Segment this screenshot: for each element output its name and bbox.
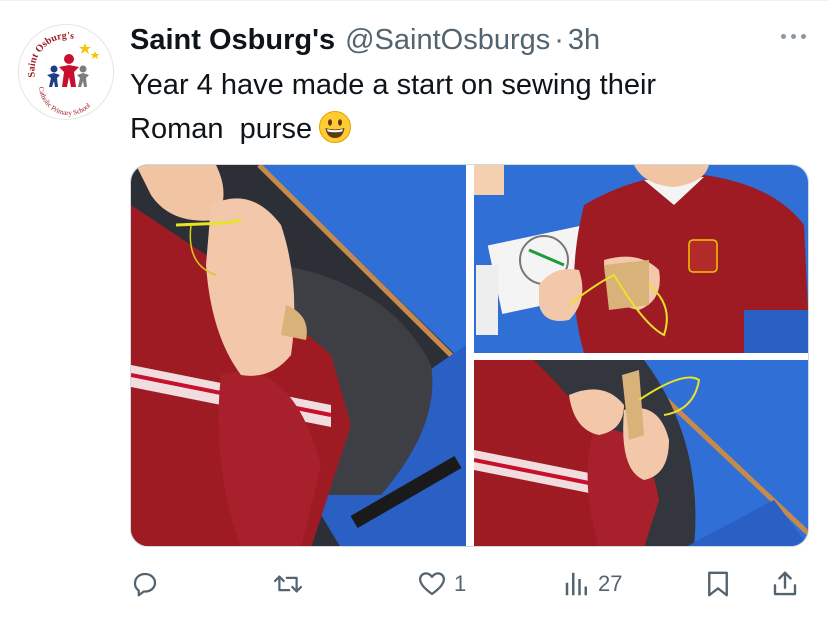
bookmark-button[interactable] bbox=[704, 562, 732, 606]
share-icon bbox=[770, 569, 800, 599]
tweet-time[interactable]: 3h bbox=[568, 24, 600, 57]
action-bar: 1 27 bbox=[130, 562, 810, 606]
bookmark-icon bbox=[704, 569, 732, 599]
author-handle[interactable]: @SaintOsburgs bbox=[345, 24, 550, 57]
views-count: 27 bbox=[598, 571, 623, 596]
share-button[interactable] bbox=[770, 562, 800, 606]
photo-child-sewing-closeup[interactable] bbox=[131, 165, 466, 546]
avatar[interactable]: Saint Osburg's Catholic Primary School bbox=[18, 24, 114, 120]
media-grid bbox=[130, 164, 809, 547]
retweet-icon bbox=[272, 569, 304, 599]
author-name[interactable]: Saint Osburg's bbox=[130, 24, 335, 57]
tweet-header: Saint Osburg's @SaintOsburgs · 3h bbox=[130, 22, 600, 58]
more-options-icon[interactable] bbox=[781, 34, 806, 39]
photo-child-sewing-at-desk[interactable] bbox=[474, 165, 808, 353]
heart-icon bbox=[416, 569, 448, 599]
tweet-text-line-2: Roman purse bbox=[130, 113, 313, 145]
top-divider bbox=[0, 0, 828, 1]
logo-text-bottom: Catholic Primary School bbox=[37, 86, 92, 117]
reply-button[interactable] bbox=[130, 562, 160, 606]
views-button[interactable]: 27 bbox=[562, 562, 622, 606]
school-logo: Saint Osburg's Catholic Primary School bbox=[26, 30, 100, 117]
grinning-face-emoji-icon bbox=[318, 110, 352, 157]
tweet-text: Year 4 have made a start on sewing their… bbox=[130, 63, 790, 157]
separator-dot: · bbox=[554, 23, 564, 56]
photo-child-holding-purse[interactable] bbox=[474, 360, 808, 546]
reply-icon bbox=[130, 569, 160, 599]
tweet-text-line-1: Year 4 have made a start on sewing their bbox=[130, 69, 657, 101]
like-count: 1 bbox=[454, 571, 467, 596]
svg-text:Catholic Primary School: Catholic Primary School bbox=[37, 86, 92, 117]
like-button[interactable]: 1 bbox=[416, 562, 466, 606]
views-icon bbox=[562, 569, 592, 599]
retweet-button[interactable] bbox=[272, 562, 304, 606]
